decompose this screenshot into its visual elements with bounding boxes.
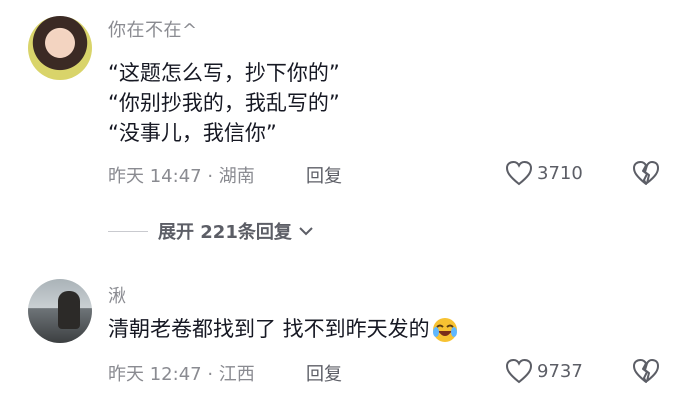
comment-text-line: “你别抄我的，我乱写的” bbox=[108, 91, 340, 115]
broken-heart-icon bbox=[633, 161, 659, 185]
like-count: 9737 bbox=[537, 360, 583, 382]
avatar[interactable] bbox=[28, 16, 92, 80]
avatar-face bbox=[46, 30, 74, 58]
laughing-crying-emoji-icon bbox=[432, 318, 457, 342]
comment-text-body: 清朝老卷都找到了 找不到昨天发的 bbox=[108, 317, 430, 341]
comment-time-location: 昨天 12:47 · 江西 bbox=[108, 364, 255, 385]
comment-text-line: “这题怎么写，抄下你的” bbox=[108, 61, 340, 85]
broken-heart-icon bbox=[633, 359, 659, 383]
heart-icon bbox=[505, 160, 533, 186]
reply-button[interactable]: 回复 bbox=[306, 360, 342, 386]
dislike-button[interactable] bbox=[632, 358, 660, 388]
heart-icon bbox=[505, 358, 533, 384]
like-count: 3710 bbox=[537, 162, 583, 184]
like-button[interactable]: 3710 bbox=[505, 160, 583, 186]
comment-text-line: “没事儿，我信你” bbox=[108, 121, 277, 145]
divider-line bbox=[108, 230, 148, 232]
expand-replies-label: 展开 221条回复 bbox=[158, 222, 292, 243]
avatar[interactable] bbox=[28, 279, 92, 343]
chevron-down-icon bbox=[299, 227, 313, 236]
comment-username[interactable]: 你在不在^ bbox=[108, 16, 198, 42]
avatar-figure bbox=[58, 291, 80, 329]
reply-button[interactable]: 回复 bbox=[306, 162, 342, 188]
comment-username[interactable]: 湫 bbox=[108, 282, 127, 308]
like-button[interactable]: 9737 bbox=[505, 358, 583, 384]
comment-time-location: 昨天 14:47 · 湖南 bbox=[108, 166, 255, 187]
expand-replies-button[interactable]: 展开 221条回复 bbox=[108, 218, 316, 244]
comment-text: 清朝老卷都找到了 找不到昨天发的 bbox=[108, 314, 458, 344]
dislike-button[interactable] bbox=[632, 160, 660, 190]
